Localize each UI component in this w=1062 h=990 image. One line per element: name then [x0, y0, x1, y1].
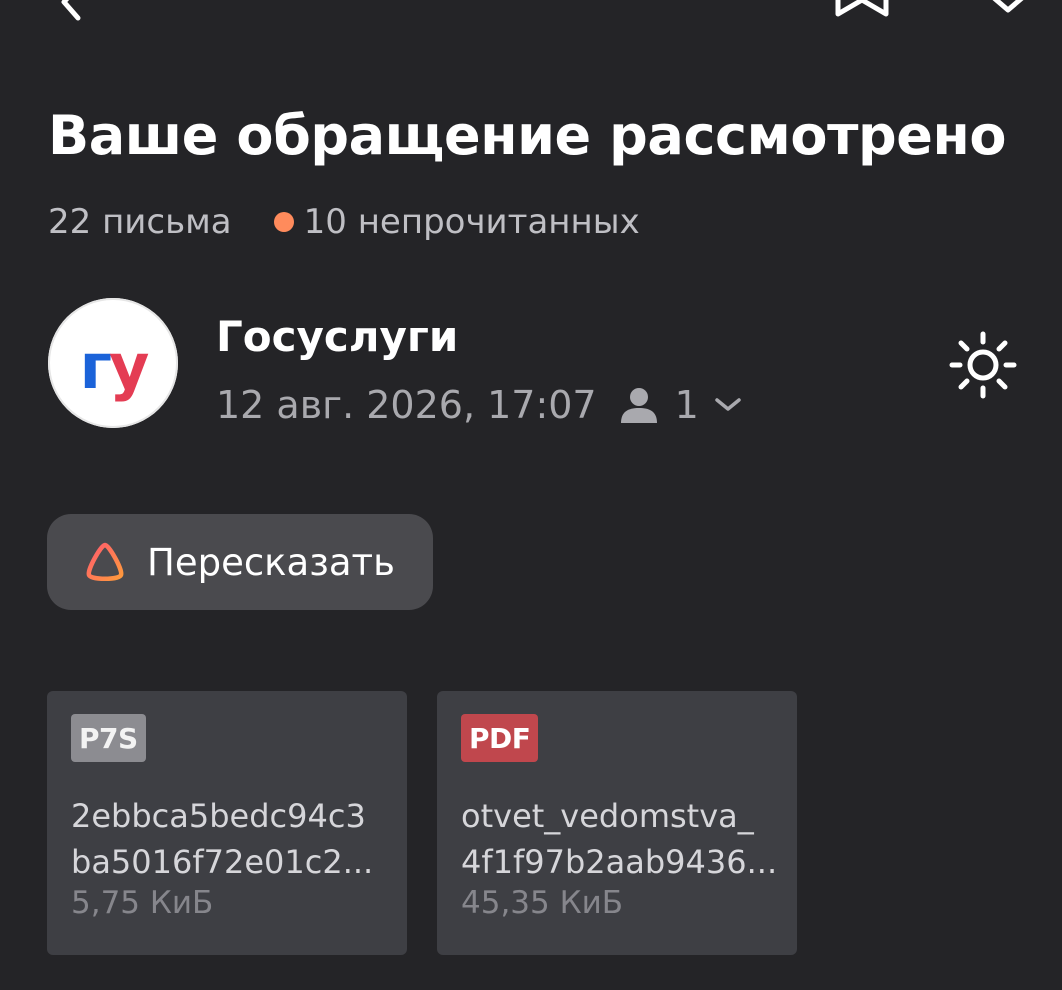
attachment-filename: otvet_vedomstva_ 4f1f97b2aab9436... — [461, 793, 779, 885]
recipients-count: 1 — [674, 383, 699, 427]
chevron-down-icon[interactable] — [988, 0, 1028, 20]
attachment-size: 45,35 КиБ — [461, 885, 624, 921]
unread-dot-icon — [273, 212, 294, 232]
bookmark-icon[interactable] — [832, 0, 892, 20]
chevron-left-icon[interactable] — [52, 0, 92, 22]
file-type-badge: PDF — [461, 714, 539, 762]
attachment-filename-line1: otvet_vedomstva_ — [461, 797, 754, 835]
chevron-down-icon — [715, 398, 741, 411]
thread-counters: 22 письма 10 непрочитанных — [48, 200, 640, 244]
attachment-filename-line2: ba5016f72e01c2... — [71, 843, 374, 881]
avatar-letter-1: г — [79, 330, 112, 403]
file-type-badge: P7S — [71, 714, 146, 762]
attachment-filename-line2: 4f1f97b2aab9436... — [461, 843, 778, 881]
thread-count: 22 письма — [48, 202, 232, 242]
sender-avatar[interactable]: гу — [48, 298, 178, 428]
attachment-card[interactable]: P7S 2ebbca5bedc94c3 ba5016f72e01c2... 5,… — [47, 691, 407, 955]
message-subject: Ваше обращение рассмотрено — [48, 104, 1007, 167]
retell-label: Пересказать — [147, 540, 395, 584]
attachment-filename-line1: 2ebbca5bedc94c3 — [71, 797, 366, 835]
person-icon — [620, 388, 657, 423]
sun-icon[interactable] — [948, 330, 1018, 400]
top-bar — [0, 0, 1062, 40]
retell-button[interactable]: Пересказать — [47, 514, 433, 610]
sender-name[interactable]: Госуслуги — [216, 312, 458, 361]
unread-count[interactable]: 10 непрочитанных — [304, 202, 640, 242]
alice-icon — [86, 542, 124, 581]
attachment-card[interactable]: PDF otvet_vedomstva_ 4f1f97b2aab9436... … — [437, 691, 797, 955]
avatar-letter-2: у — [108, 330, 149, 403]
attachment-filename: 2ebbca5bedc94c3 ba5016f72e01c2... — [71, 793, 389, 885]
attachment-size: 5,75 КиБ — [71, 885, 214, 921]
message-meta[interactable]: 12 авг. 2026, 17:07 1 — [216, 380, 743, 430]
message-date: 12 авг. 2026, 17:07 — [216, 383, 597, 427]
